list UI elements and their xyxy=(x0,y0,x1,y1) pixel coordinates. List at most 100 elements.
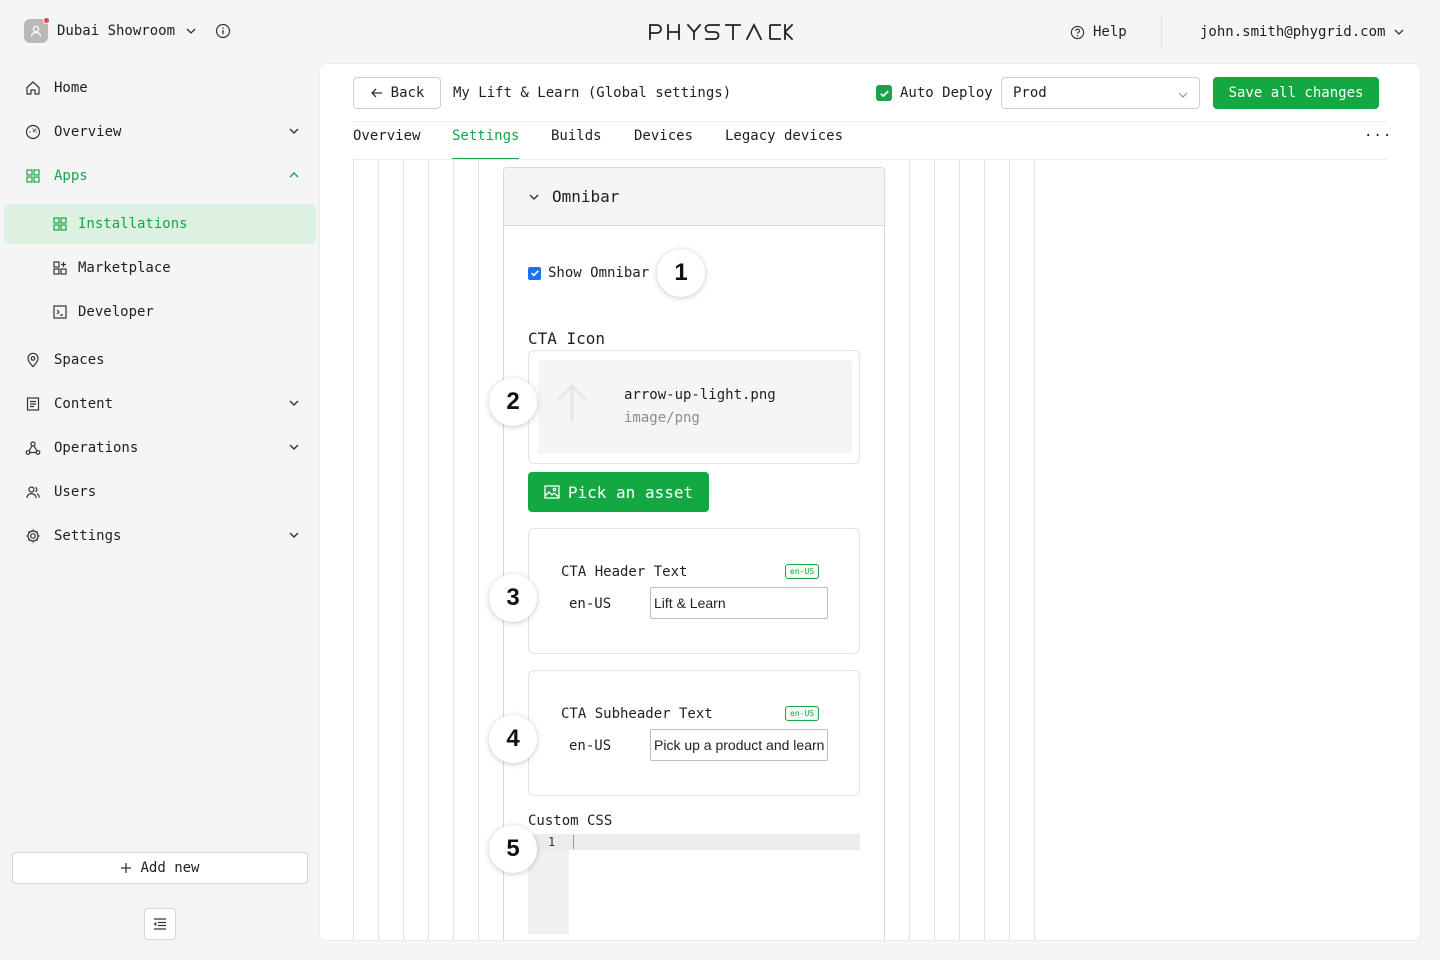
save-all-changes-button[interactable]: Save all changes xyxy=(1213,77,1379,109)
arrow-up-icon xyxy=(556,383,588,422)
network-icon xyxy=(24,439,42,457)
auto-deploy-toggle[interactable]: Auto Deploy xyxy=(876,85,993,101)
back-label: Back xyxy=(390,85,425,101)
sidebar-item-home[interactable]: Home xyxy=(24,72,314,104)
nesting-guide xyxy=(909,160,910,940)
sidebar-item-settings[interactable]: Settings xyxy=(24,520,314,552)
help-link[interactable]: Help xyxy=(1070,24,1127,40)
locale-label: en-US xyxy=(569,596,612,612)
nesting-guide xyxy=(478,160,479,940)
help-circle-icon xyxy=(1070,25,1085,39)
chevron-down-icon xyxy=(186,28,196,34)
nesting-guide xyxy=(353,160,354,940)
omnibar-panel-title: Omnibar xyxy=(552,187,620,206)
sidebar-subitem-developer[interactable]: Developer xyxy=(4,292,316,332)
sidebar-item-apps[interactable]: Apps xyxy=(24,160,314,192)
add-new-button[interactable]: Add new xyxy=(12,852,308,884)
top-bar: Dubai Showroom Help john.smith@phygrid.c… xyxy=(0,0,1440,64)
sidebar-item-label: Home xyxy=(54,80,88,96)
code-cursor xyxy=(573,835,574,849)
gear-icon xyxy=(24,527,42,545)
code-active-line xyxy=(528,834,860,850)
sidebar-item-content[interactable]: Content xyxy=(24,388,314,420)
menu-collapse-icon xyxy=(153,918,166,930)
workspace-name: Dubai Showroom xyxy=(57,23,176,39)
more-options-icon[interactable]: ··· xyxy=(1364,128,1392,144)
user-icon xyxy=(30,25,42,37)
nesting-guide xyxy=(428,160,429,940)
grid-plus-icon xyxy=(52,260,68,276)
sidebar-item-label: Content xyxy=(54,396,114,412)
pick-an-asset-button[interactable]: Pick an asset xyxy=(528,472,709,512)
cta-header-card: CTA Header Text en-US en-US xyxy=(528,528,860,654)
gauge-icon xyxy=(24,123,42,141)
locale-label: en-US xyxy=(569,738,612,754)
sidebar-item-label: Users xyxy=(54,484,97,500)
sidebar-subitem-label: Marketplace xyxy=(78,260,171,276)
grid-icon xyxy=(52,216,68,232)
nesting-guide xyxy=(1009,160,1010,940)
map-pin-icon xyxy=(24,351,42,369)
cta-subheader-card: CTA Subheader Text en-US en-US xyxy=(528,670,860,796)
add-new-label: Add new xyxy=(140,860,200,876)
asset-preview: arrow-up-light.png image/png xyxy=(538,360,852,454)
tab-legacy-devices[interactable]: Legacy devices xyxy=(725,128,843,160)
home-icon xyxy=(24,79,42,97)
cta-icon-label: CTA Icon xyxy=(528,329,606,348)
sidebar-subitem-installations[interactable]: Installations xyxy=(4,204,316,244)
asset-filename: arrow-up-light.png xyxy=(624,387,776,403)
notification-dot xyxy=(43,17,50,24)
auto-deploy-checkbox[interactable] xyxy=(876,85,892,101)
check-icon xyxy=(879,90,889,97)
code-line-number: 1 xyxy=(548,835,556,849)
chevron-down-icon xyxy=(289,532,299,538)
show-omnibar-checkbox[interactable] xyxy=(528,266,541,280)
workspace-switcher[interactable]: Dubai Showroom xyxy=(24,17,231,43)
grid-icon xyxy=(24,167,42,185)
nesting-guide xyxy=(984,160,985,940)
tab-devices[interactable]: Devices xyxy=(634,128,693,160)
nesting-guide xyxy=(403,160,404,940)
custom-css-editor[interactable]: 1 xyxy=(528,834,860,934)
back-button[interactable]: Back xyxy=(353,77,441,109)
cta-header-input[interactable] xyxy=(650,587,828,619)
tab-settings[interactable]: Settings xyxy=(452,128,520,160)
auto-deploy-label: Auto Deploy xyxy=(900,85,993,101)
chevron-down-icon xyxy=(1178,92,1188,98)
header-divider xyxy=(353,121,1387,122)
asset-mime-type: image/png xyxy=(624,410,700,426)
tab-overview[interactable]: Overview xyxy=(353,128,420,160)
chevron-down-icon xyxy=(1394,29,1404,35)
user-menu[interactable]: john.smith@phygrid.com xyxy=(1200,24,1405,40)
sidebar-item-label: Apps xyxy=(54,168,88,184)
sidebar-item-users[interactable]: Users xyxy=(24,476,314,508)
user-email: john.smith@phygrid.com xyxy=(1200,24,1386,40)
show-omnibar-toggle[interactable]: Show Omnibar xyxy=(528,265,649,281)
terminal-icon xyxy=(52,304,68,320)
help-label: Help xyxy=(1093,24,1127,40)
sidebar-subitem-marketplace[interactable]: Marketplace xyxy=(4,248,316,288)
chevron-up-icon xyxy=(289,172,299,178)
physstack-logo xyxy=(649,23,793,41)
chevron-down-icon xyxy=(529,194,539,200)
environment-select[interactable]: Prod xyxy=(1001,77,1200,109)
check-icon xyxy=(530,270,539,277)
annotation-badge-4: 4 xyxy=(489,715,537,763)
workspace-avatar xyxy=(24,17,50,43)
chevron-down-icon xyxy=(289,400,299,406)
page-title: My Lift & Learn (Global settings) xyxy=(453,85,732,101)
cta-subheader-input[interactable] xyxy=(650,729,828,761)
custom-css-label: Custom CSS xyxy=(528,813,613,829)
collapse-sidebar-button[interactable] xyxy=(144,908,176,940)
nesting-guide xyxy=(378,160,379,940)
topbar-divider xyxy=(1161,16,1162,48)
tab-builds[interactable]: Builds xyxy=(551,128,602,160)
sidebar-item-label: Operations xyxy=(54,440,139,456)
environment-value: Prod xyxy=(1013,85,1047,101)
sidebar-item-overview[interactable]: Overview xyxy=(24,116,314,148)
sidebar-item-operations[interactable]: Operations xyxy=(24,432,314,464)
info-icon[interactable] xyxy=(215,23,231,39)
omnibar-panel-header[interactable]: Omnibar xyxy=(504,168,884,226)
document-icon xyxy=(24,395,42,413)
sidebar-item-spaces[interactable]: Spaces xyxy=(24,344,314,376)
